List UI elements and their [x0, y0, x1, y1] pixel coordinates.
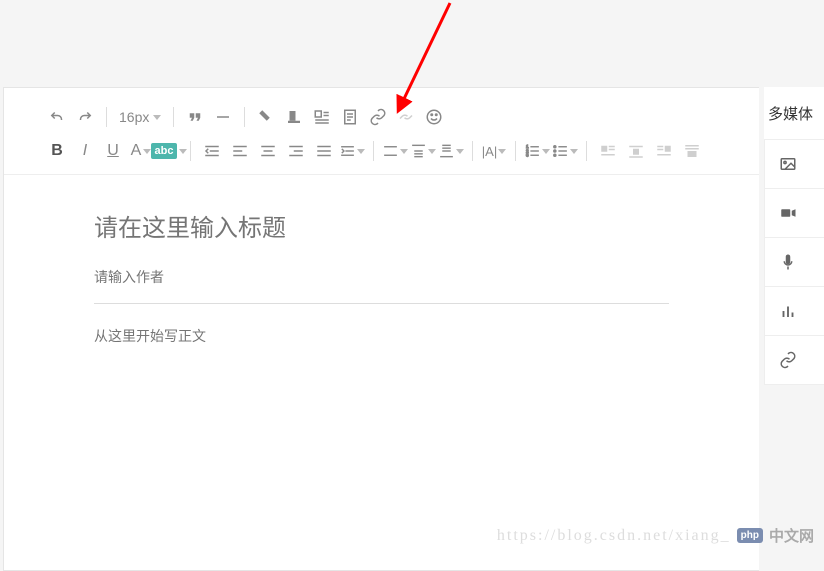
content-area — [4, 175, 759, 376]
separator — [515, 141, 516, 161]
underline-button[interactable]: U — [100, 138, 126, 164]
clear-format-button[interactable] — [281, 104, 307, 130]
italic-button[interactable]: I — [72, 138, 98, 164]
svg-text:3: 3 — [526, 153, 529, 158]
undo-button[interactable] — [44, 104, 70, 130]
separator — [586, 141, 587, 161]
caret-icon — [428, 149, 436, 154]
caret-icon — [498, 149, 506, 154]
side-panel: 多媒体 — [764, 87, 824, 385]
separator — [373, 141, 374, 161]
side-panel-title: 多媒体 — [764, 87, 824, 140]
media-image-button[interactable] — [764, 139, 824, 189]
redo-button[interactable] — [72, 104, 98, 130]
author-input[interactable] — [94, 269, 669, 304]
top-gap — [0, 0, 824, 87]
unordered-list-button[interactable] — [552, 138, 578, 164]
separator — [244, 107, 245, 127]
float-left-button[interactable] — [595, 138, 621, 164]
float-right-button[interactable] — [651, 138, 677, 164]
body-input[interactable] — [94, 328, 669, 344]
caret-icon — [570, 149, 578, 154]
image-float-button[interactable] — [309, 104, 335, 130]
line-height-button[interactable] — [382, 138, 408, 164]
margin-top-button[interactable] — [410, 138, 436, 164]
caret-icon — [456, 149, 464, 154]
media-link-button[interactable] — [764, 335, 824, 385]
outdent-button[interactable] — [199, 138, 225, 164]
watermark: https://blog.csdn.net/xiang_ php 中文网 — [497, 525, 814, 546]
emoji-button[interactable] — [421, 104, 447, 130]
align-center-button[interactable] — [255, 138, 281, 164]
toolbar: 16px B I U A abc — [4, 88, 759, 175]
title-input[interactable] — [94, 215, 669, 243]
align-left-button[interactable] — [227, 138, 253, 164]
quote-button[interactable] — [182, 104, 208, 130]
watermark-cn: 中文网 — [769, 525, 814, 546]
caret-icon — [179, 149, 187, 154]
font-size-value: 16px — [119, 109, 149, 125]
margin-bottom-button[interactable] — [438, 138, 464, 164]
caret-icon — [153, 115, 161, 120]
link-button[interactable] — [365, 104, 391, 130]
indent-button[interactable] — [339, 138, 365, 164]
separator — [106, 107, 107, 127]
caret-icon — [542, 149, 550, 154]
caret-icon — [357, 149, 365, 154]
align-justify-button[interactable] — [311, 138, 337, 164]
font-size-select[interactable]: 16px — [115, 109, 165, 125]
media-chart-button[interactable] — [764, 286, 824, 336]
toolbar-row-2: B I U A abc |A| 123 — [44, 134, 719, 168]
text-doc-button[interactable] — [337, 104, 363, 130]
highlight-icon: abc — [151, 143, 178, 159]
unlink-button[interactable] — [393, 104, 419, 130]
letter-spacing-button[interactable]: |A| — [481, 138, 507, 164]
editor-panel: 16px B I U A abc — [3, 87, 759, 571]
bold-button[interactable]: B — [44, 138, 70, 164]
caret-icon — [400, 149, 408, 154]
highlight-button[interactable]: abc — [156, 138, 182, 164]
float-center-button[interactable] — [623, 138, 649, 164]
media-video-button[interactable] — [764, 188, 824, 238]
float-none-button[interactable] — [679, 138, 705, 164]
separator — [190, 141, 191, 161]
align-right-button[interactable] — [283, 138, 309, 164]
separator — [173, 107, 174, 127]
separator — [472, 141, 473, 161]
ordered-list-button[interactable]: 123 — [524, 138, 550, 164]
toolbar-row-1: 16px — [44, 100, 719, 134]
format-brush-button[interactable] — [253, 104, 279, 130]
watermark-url: https://blog.csdn.net/xiang_ — [497, 527, 731, 545]
hr-button[interactable] — [210, 104, 236, 130]
media-audio-button[interactable] — [764, 237, 824, 287]
php-badge: php — [737, 528, 763, 543]
